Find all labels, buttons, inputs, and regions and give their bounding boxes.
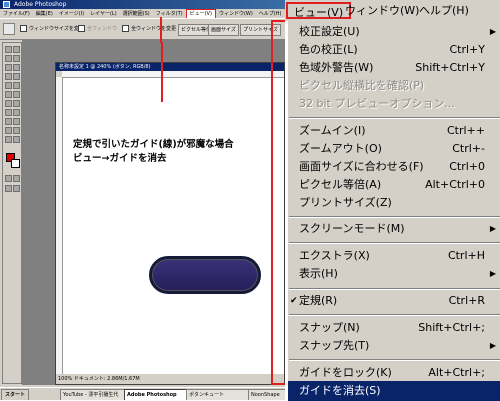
document-canvas[interactable]	[63, 78, 284, 374]
checkmark-icon: ✔	[290, 296, 298, 306]
menu-item-32bit-preview: 32 bit プレビューオプション...	[299, 97, 455, 110]
left-ruler[interactable]	[56, 77, 63, 374]
menu-item-actual-pixels[interactable]: ピクセル等倍(A) Alt+Ctrl+0	[288, 175, 500, 195]
menu-item-show[interactable]: 表示(H) ▶	[288, 264, 500, 284]
top-ruler[interactable]	[62, 71, 284, 78]
view-menu-dropdown: 校正設定(U) ▶ 色の校正(L) Ctrl+Y 色域外警告(W) Shift+Ctr…	[287, 21, 500, 401]
menu-item-rulers[interactable]: ✔ 定規(R) Ctrl+R	[288, 291, 500, 311]
menu-item-zoom-out[interactable]: ズームアウト(O) Ctrl+-	[288, 139, 500, 159]
menu-item-fit-screen[interactable]: 画面サイズに合わせる(F) Ctrl+0	[288, 157, 500, 177]
taskbar-item-photoshop[interactable]: Adobe Photoshop	[124, 389, 190, 400]
eyedropper-tool-icon[interactable]	[13, 127, 20, 134]
red-annotation-line	[161, 42, 163, 102]
photoshop-title: Adobe Photoshop	[14, 1, 67, 8]
taskbar-item-youtube[interactable]: YouTube - 漂平引播生代	[60, 389, 128, 400]
healing-tool-icon[interactable]	[5, 73, 12, 80]
checkbox-icon[interactable]	[78, 25, 85, 32]
crop-tool-icon[interactable]	[5, 64, 12, 71]
quick-mask-icon[interactable]	[13, 175, 20, 182]
blur-tool-icon[interactable]	[5, 100, 12, 107]
photoshop-title-bar: Adobe Photoshop	[0, 0, 285, 9]
document-window: 名称未設定 1 @ 240% (ボタン, RGB/8) 100% ドキュメント:…	[55, 62, 285, 385]
menu-item-zoom-in[interactable]: ズームイン(I) Ctrl++	[288, 121, 500, 141]
menu-item-lock-guides[interactable]: ガイドをロック(K) Alt+Ctrl+;	[288, 363, 500, 383]
menu-item-clear-guides[interactable]: ガイドを消去(S)	[288, 381, 500, 401]
option-resize-windows[interactable]: ウィンドウサイズを変更	[20, 25, 84, 34]
stamp-tool-icon[interactable]	[5, 82, 12, 89]
red-annotation-line	[271, 20, 273, 385]
menu-item-proof-setup[interactable]: 校正設定(U) ▶	[288, 22, 500, 42]
document-title: 名称未設定 1 @ 240% (ボタン, RGB/8)	[56, 63, 284, 71]
submenu-arrow-icon: ▶	[489, 269, 496, 278]
menu-help[interactable]: ヘルプ(H)	[419, 2, 469, 19]
photoshop-app-icon	[3, 1, 10, 8]
start-button[interactable]: スタート	[1, 389, 30, 400]
shape-tool-icon[interactable]	[13, 118, 20, 125]
purple-pill-button-graphic	[149, 256, 261, 294]
magic-wand-tool-icon[interactable]	[13, 55, 20, 62]
menu-separator	[289, 242, 500, 244]
document-status: 100% ドキュメント: 2.86M/1.67M	[56, 375, 284, 384]
eraser-tool-icon[interactable]	[5, 91, 12, 98]
menu-item-gamut-warning[interactable]: 色域外警告(W) Shift+Ctrl+Y	[288, 58, 500, 78]
toolbox	[2, 42, 22, 384]
screen-mode-full-icon[interactable]	[13, 185, 20, 192]
menu-item-screen-mode[interactable]: スクリーンモード(M) ▶	[288, 219, 500, 239]
options-bar: ウィンドウサイズを変更 全ウィンドウ 全ウィンドウを変更 ピクセル等倍 画面サイ…	[0, 18, 285, 40]
brush-tool-icon[interactable]	[13, 73, 20, 80]
red-annotation-line	[271, 383, 285, 385]
submenu-arrow-icon: ▶	[489, 341, 496, 350]
option-zoom-all-windows[interactable]: 全ウィンドウを変更	[122, 25, 176, 34]
pen-tool-icon[interactable]	[5, 118, 12, 125]
annotation-line-1: 定規で引いたガイド(線)が邪魔な場合	[73, 139, 234, 150]
menu-separator	[289, 314, 500, 316]
red-annotation-line	[160, 17, 162, 43]
menu-separator	[289, 359, 500, 361]
history-brush-tool-icon[interactable]	[13, 82, 20, 89]
submenu-arrow-icon: ▶	[489, 224, 496, 233]
marquee-tool-icon[interactable]	[5, 46, 12, 53]
gradient-tool-icon[interactable]	[13, 91, 20, 98]
taskbar-item-noonshape[interactable]: NoonShape	[248, 389, 285, 400]
annotation-text: 定規で引いたガイド(線)が邪魔な場合 ビュー→ガイドを消去	[73, 138, 234, 166]
path-select-tool-icon[interactable]	[5, 109, 12, 116]
print-size-button[interactable]: プリントサイズ	[240, 24, 281, 36]
slice-tool-icon[interactable]	[13, 64, 20, 71]
zoom-tool-icon[interactable]	[13, 136, 20, 143]
move-tool-icon[interactable]	[13, 46, 20, 53]
notes-tool-icon[interactable]	[5, 127, 12, 134]
screen-mode-icon[interactable]	[5, 185, 12, 192]
menu-item-pixel-aspect: ピクセル縦横比を確認(P)	[299, 79, 425, 92]
menu-item-extras[interactable]: エクストラ(X) Ctrl+H	[288, 246, 500, 266]
menu-window[interactable]: ウィンドウ(W)	[345, 2, 419, 19]
standard-mode-icon[interactable]	[5, 175, 12, 182]
fit-screen-button[interactable]: 画面サイズ	[208, 24, 239, 36]
menu-item-proof-colors[interactable]: 色の校正(L) Ctrl+Y	[288, 40, 500, 60]
menubar: ビュー(V) ウィンドウ(W) ヘルプ(H)	[285, 0, 500, 21]
menu-separator	[289, 117, 500, 119]
menu-view[interactable]: ビュー(V)	[286, 2, 352, 19]
type-tool-icon[interactable]	[13, 109, 20, 116]
checkbox-icon[interactable]	[20, 25, 27, 32]
menu-item-snap[interactable]: スナップ(N) Shift+Ctrl+;	[288, 318, 500, 338]
background-color-swatch[interactable]	[11, 159, 20, 168]
workspace: 名称未設定 1 @ 240% (ボタン, RGB/8) 100% ドキュメント:…	[22, 40, 285, 385]
menu-separator	[289, 288, 500, 290]
option-all-windows[interactable]: 全ウィンドウ	[78, 25, 117, 34]
dodge-tool-icon[interactable]	[13, 100, 20, 107]
menu-item-print-size[interactable]: プリントサイズ(Z)	[288, 193, 500, 213]
menu-separator	[289, 216, 500, 218]
zoom-tool-icon[interactable]	[3, 23, 15, 35]
red-annotation-line	[271, 20, 285, 22]
photoshop-menubar: ファイル(F) 編集(E) イメージ(I) レイヤー(L) 選択範囲(S) フィルタ(T)…	[0, 9, 285, 20]
submenu-arrow-icon: ▶	[489, 27, 496, 36]
hand-tool-icon[interactable]	[5, 136, 12, 143]
photoshop-window: Adobe Photoshop ファイル(F) 編集(E) イメージ(I) レイヤー(…	[0, 0, 285, 400]
taskbar-item-button-folder[interactable]: ポタンキュート	[186, 389, 252, 400]
menu-item-snap-to[interactable]: スナップ先(T) ▶	[288, 336, 500, 356]
annotation-line-2: ビュー→ガイドを消去	[73, 153, 167, 164]
checkbox-icon[interactable]	[122, 25, 129, 32]
lasso-tool-icon[interactable]	[5, 55, 12, 62]
taskbar: スタート YouTube - 漂平引播生代 Adobe Photoshop ポタ…	[0, 387, 285, 400]
